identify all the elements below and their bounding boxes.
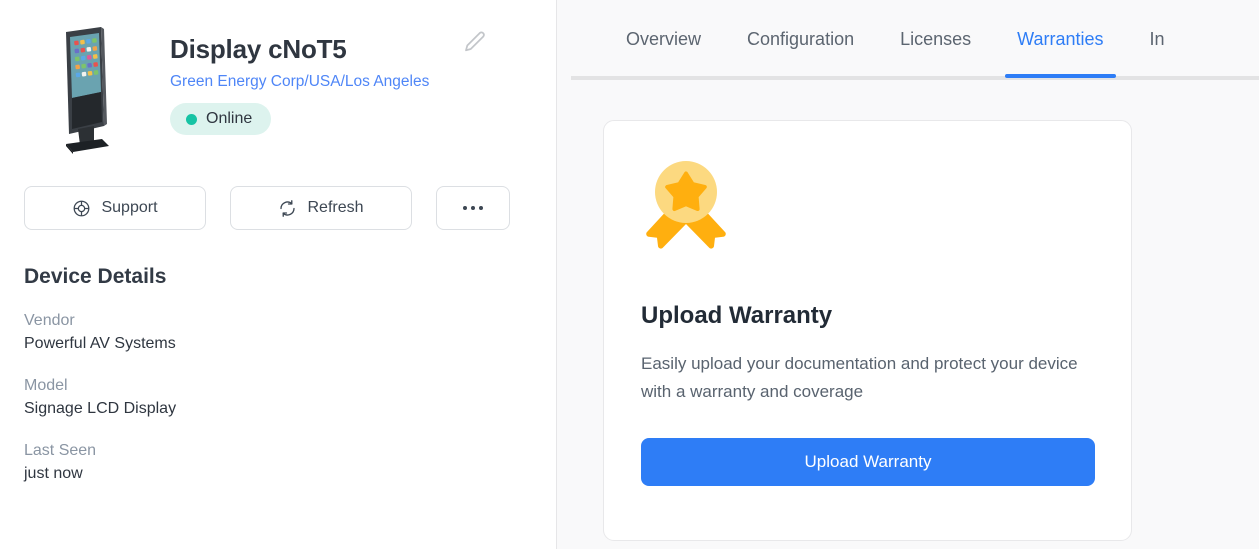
device-title-block: Display cNoT5 Green Energy Corp/USA/Los … [148,18,532,158]
upload-warranty-card: Upload Warranty Easily upload your docum… [603,120,1132,541]
card-description: Easily upload your documentation and pro… [641,354,1078,401]
tab-overview[interactable]: Overview [603,0,724,78]
device-summary-panel: Display cNoT5 Green Energy Corp/USA/Los … [0,0,557,549]
device-thumbnail [30,18,148,158]
tab-bar: Overview Configuration Licenses Warranti… [557,0,1259,84]
tab-label: In [1149,28,1165,49]
tab-warranties[interactable]: Warranties [994,0,1126,78]
support-button[interactable]: Support [24,186,206,230]
life-buoy-icon [74,200,90,216]
status-label: Online [206,110,253,127]
tab-label: Warranties [1017,28,1104,49]
refresh-button[interactable]: Refresh [230,186,412,230]
detail-value: Signage LCD Display [24,400,177,417]
tab-configuration[interactable]: Configuration [724,0,877,78]
device-detail-page: Display cNoT5 Green Energy Corp/USA/Los … [0,0,1259,549]
detail-label: Vendor [24,312,75,329]
device-content-panel: Overview Configuration Licenses Warranti… [557,0,1259,549]
tab-label: Configuration [747,28,855,49]
award-ribbon-icon [646,161,726,249]
breadcrumb-link[interactable]: Green Energy Corp/USA/Los Angeles [170,72,532,92]
status-dot-icon [186,113,197,125]
detail-value: just now [24,465,83,482]
upload-warranty-button[interactable]: Upload Warranty [641,438,1095,486]
refresh-icon [280,199,296,217]
more-options-button[interactable] [436,186,510,230]
tab-label: Licenses [900,28,972,49]
device-header: Display cNoT5 Green Energy Corp/USA/Los … [0,0,556,158]
pencil-icon[interactable] [461,28,487,54]
refresh-button-label: Refresh [307,199,364,216]
support-button-label: Support [101,199,158,216]
detail-value: Powerful AV Systems [24,335,176,352]
upload-warranty-button-label: Upload Warranty [804,452,932,471]
digital-signage-kiosk-icon [66,27,109,154]
detail-item-model: Model Signage LCD Display [24,376,532,420]
card-title: Upload Warranty [641,302,833,329]
status-badge: Online [170,103,272,135]
device-action-buttons: Support Refresh [0,186,556,230]
device-details-heading: Device Details [24,265,167,288]
active-tab-indicator [1005,74,1116,78]
detail-label: Last Seen [24,442,97,459]
detail-item-vendor: Vendor Powerful AV Systems [24,311,532,355]
tab-list: Overview Configuration Licenses Warranti… [603,0,1188,78]
tab-label: Overview [626,28,702,49]
detail-label: Model [24,377,68,394]
tab-licenses[interactable]: Licenses [877,0,994,78]
device-details-section: Device Details Vendor Powerful AV System… [0,264,556,485]
detail-item-last-seen: Last Seen just now [24,441,532,485]
ellipsis-icon [463,206,483,210]
tab-inventory[interactable]: In [1127,0,1188,78]
status-row: Online [170,103,532,135]
